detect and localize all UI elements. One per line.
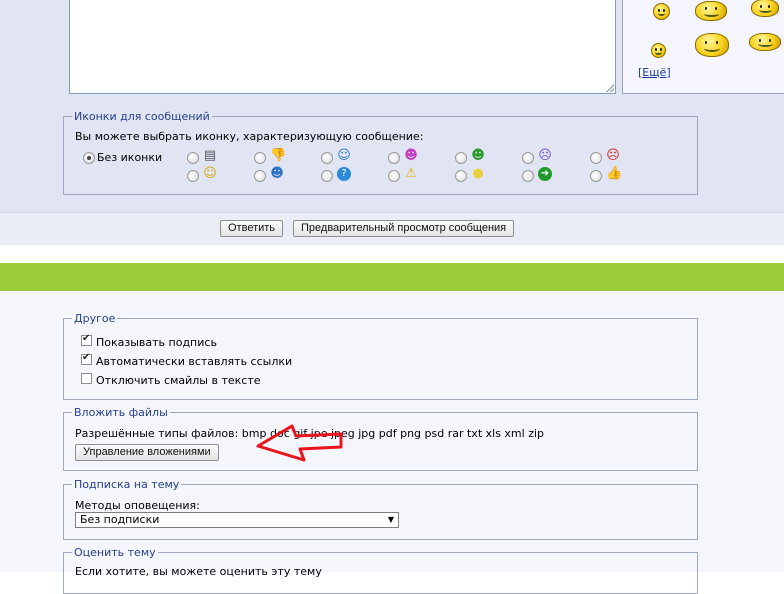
notification-method-select[interactable]: Без подписки ▼ — [75, 512, 399, 528]
subscription-fieldset: Подписка на тему Методы оповещения: Без … — [63, 478, 698, 540]
notification-method-value: Без подписки — [80, 513, 160, 526]
chevron-down-icon: ▼ — [387, 515, 394, 524]
notification-methods-label: Методы оповещения: — [75, 499, 200, 512]
rate-thread-fieldset: Оценить тему Если хотите, вы можете оцен… — [63, 546, 698, 594]
rate-thread-legend: Оценить тему — [72, 546, 158, 559]
subscription-legend: Подписка на тему — [72, 478, 182, 491]
